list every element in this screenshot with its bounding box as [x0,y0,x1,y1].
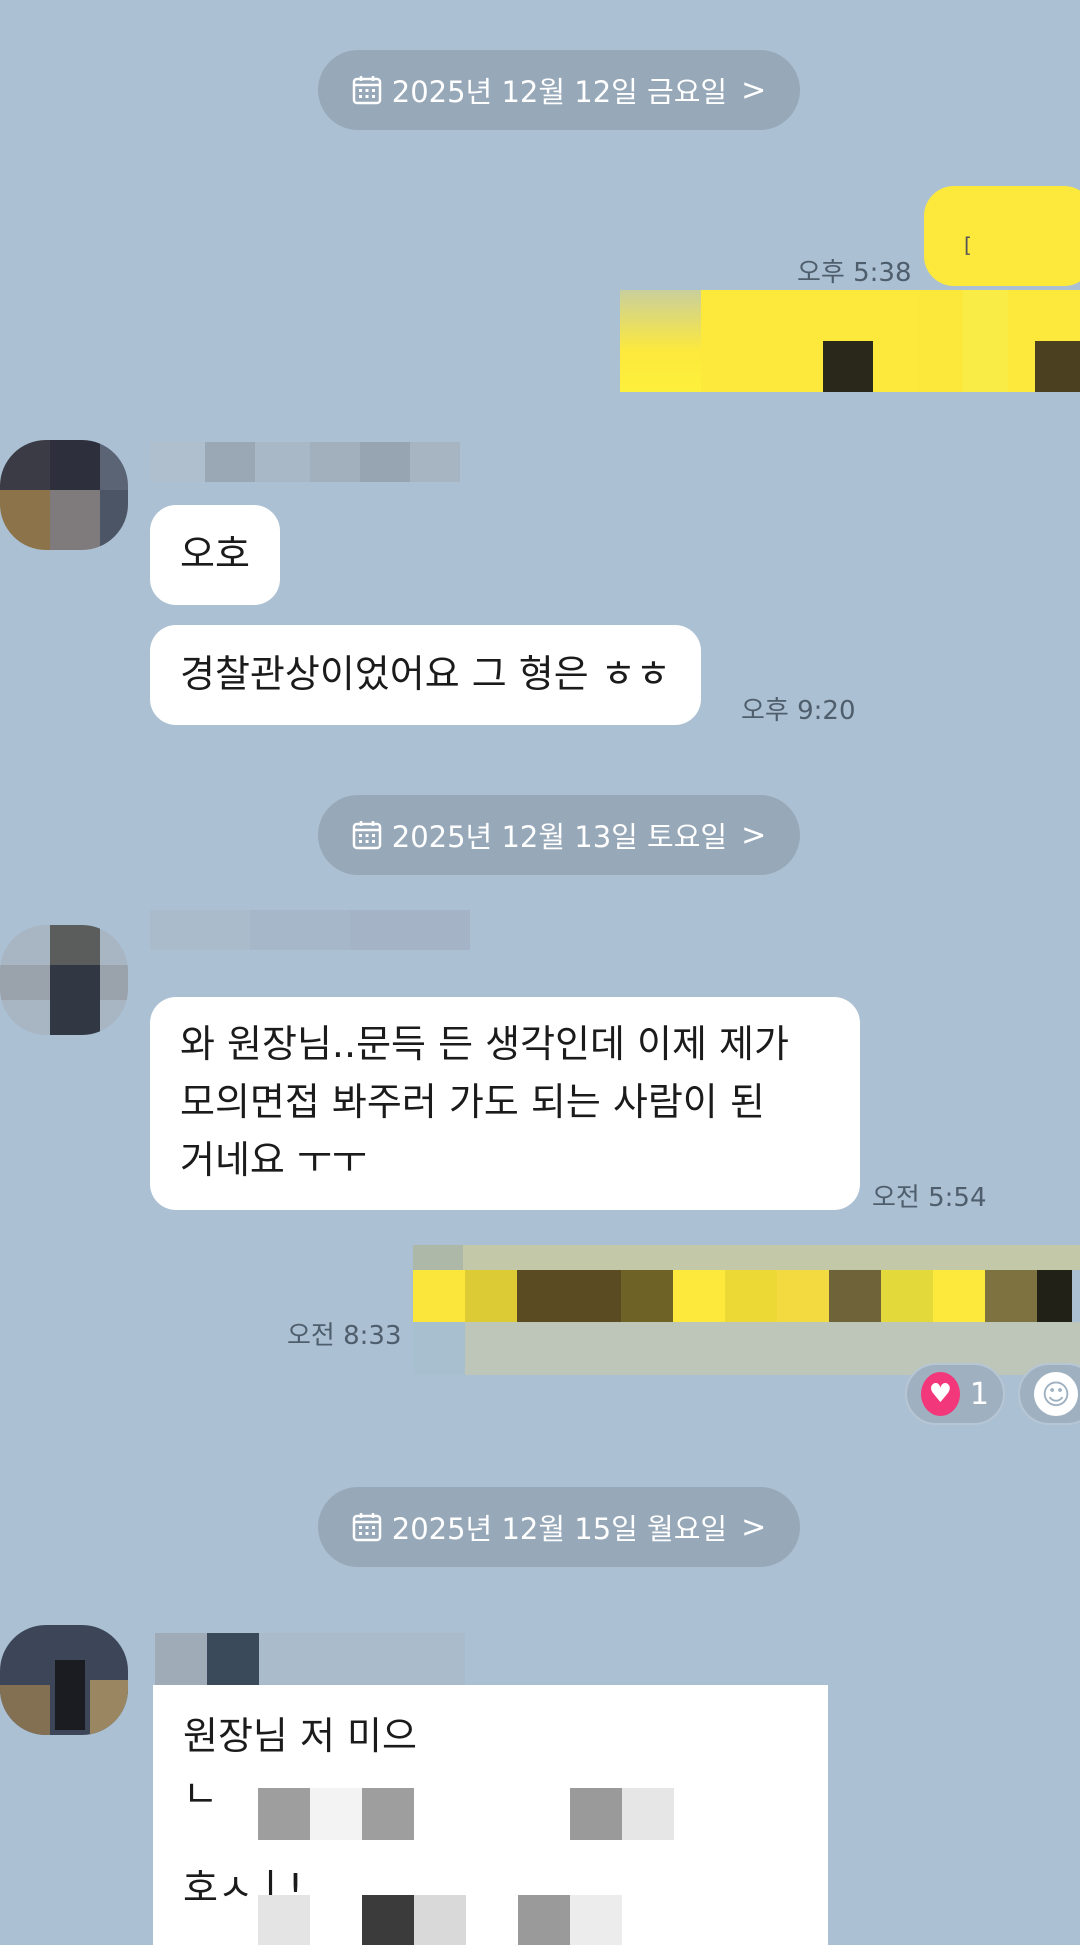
message-time: 오전 5:54 [872,1183,987,1213]
message-line: 거네요 ㅜㅜ [180,1138,367,1182]
sender-name-censored [150,910,470,950]
sender-name-censored [155,1633,465,1685]
avatar[interactable] [0,925,128,1035]
censored-message [620,290,1080,392]
chevron-right-icon: > [741,72,767,108]
censored-message [413,1245,1080,1375]
message-line: 와 원장님..문득 든 생각인데 이제 제가 [180,1022,789,1066]
calendar-icon [352,76,381,105]
other-message-bubble[interactable]: 와 원장님..문득 든 생각인데 이제 제가 모의면접 봐주러 가도 되는 사람… [150,997,860,1210]
my-message-bubble[interactable]: [ [924,186,1080,286]
other-message-bubble[interactable]: 원장님 저 미으 ㄴ 호ㅅㅣ! [153,1685,828,1945]
smile-icon: ☺ [1034,1372,1078,1416]
date-label: 2025년 12월 15일 월요일 [391,1512,728,1546]
censored-text [258,1788,678,1840]
avatar[interactable] [0,440,128,550]
censored-text [258,1895,678,1945]
message-time: 오후 5:38 [797,258,912,288]
calendar-icon [352,1513,381,1542]
message-time: 오후 9:20 [741,696,856,726]
date-divider[interactable]: 2025년 12월 12일 금요일 > [318,50,800,130]
date-label: 2025년 12월 12일 금요일 [391,75,728,109]
avatar[interactable] [0,1625,128,1735]
other-message-bubble[interactable]: 경찰관상이었어요 그 형은 ㅎㅎ [150,625,701,725]
calendar-icon [352,821,381,850]
message-line: 모의면접 봐주러 가도 되는 사람이 된 [180,1080,765,1124]
add-reaction-button[interactable]: ☺ [1018,1363,1080,1425]
sender-name-censored [150,442,460,482]
reaction-count: 1 [969,1376,989,1412]
message-time: 오전 8:33 [287,1321,402,1351]
bubble-fragment: [ [964,233,972,257]
other-message-bubble[interactable]: 오호 [150,505,280,605]
date-divider[interactable]: 2025년 12월 13일 토요일 > [318,795,800,875]
chevron-right-icon: > [741,817,767,853]
heart-icon: ♥ [921,1372,960,1416]
chevron-right-icon: > [741,1509,767,1545]
heart-reaction[interactable]: ♥ 1 [905,1363,1005,1425]
date-label: 2025년 12월 13일 토요일 [391,820,728,854]
message-line: 원장님 저 미으 [183,1714,417,1758]
date-divider[interactable]: 2025년 12월 15일 월요일 > [318,1487,800,1567]
